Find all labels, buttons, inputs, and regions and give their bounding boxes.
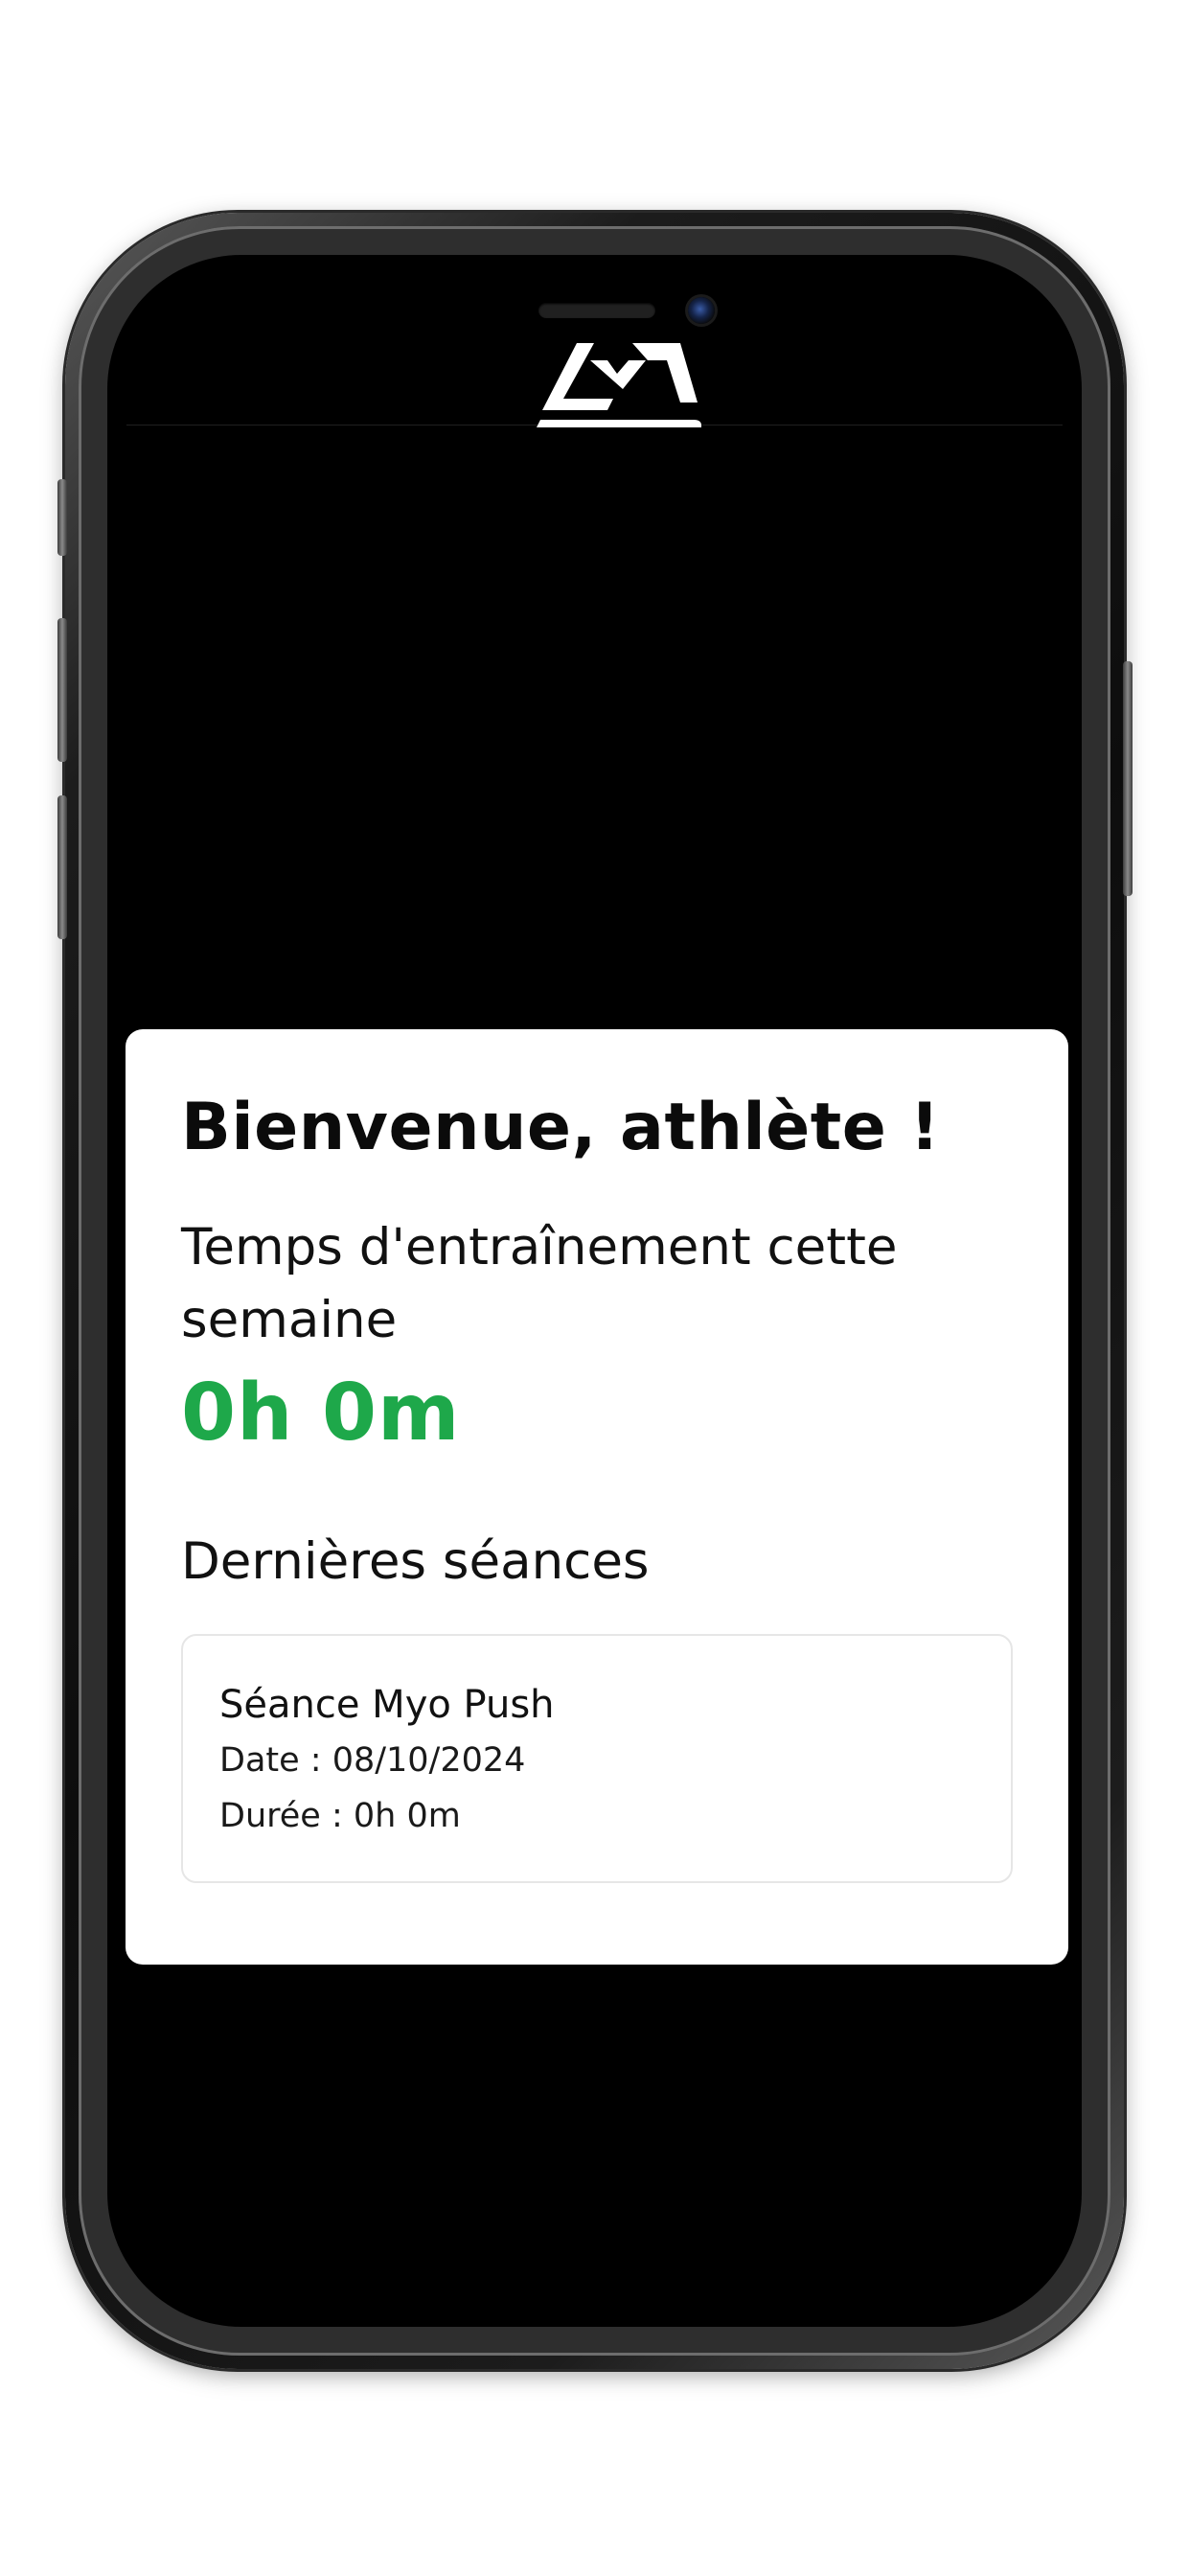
phone-screen: Bienvenue, athlète ! Temps d'entraînemen…	[107, 255, 1082, 2327]
welcome-card: Bienvenue, athlète ! Temps d'entraînemen…	[126, 1029, 1068, 1965]
training-time-value: 0h 0m	[181, 1367, 461, 1459]
brand-logo-icon[interactable]	[537, 343, 707, 427]
page-title: Bienvenue, athlète !	[181, 1090, 941, 1165]
mute-switch	[57, 479, 67, 556]
session-card[interactable]: Séance Myo Push Date : 08/10/2024 Durée …	[181, 1634, 1013, 1884]
app-header	[126, 255, 1063, 427]
volume-up-button	[57, 618, 67, 762]
recent-sessions-title: Dernières séances	[181, 1531, 650, 1591]
training-time-label: Temps d'entraînement cette semaine	[181, 1217, 898, 1349]
phone-frame: Bienvenue, athlète ! Temps d'entraînemen…	[65, 213, 1124, 2369]
session-duration: Durée : 0h 0m	[219, 1796, 461, 1835]
volume-down-button	[57, 795, 67, 939]
session-name: Séance Myo Push	[219, 1683, 555, 1728]
session-date: Date : 08/10/2024	[219, 1741, 526, 1781]
power-button	[1123, 661, 1133, 896]
